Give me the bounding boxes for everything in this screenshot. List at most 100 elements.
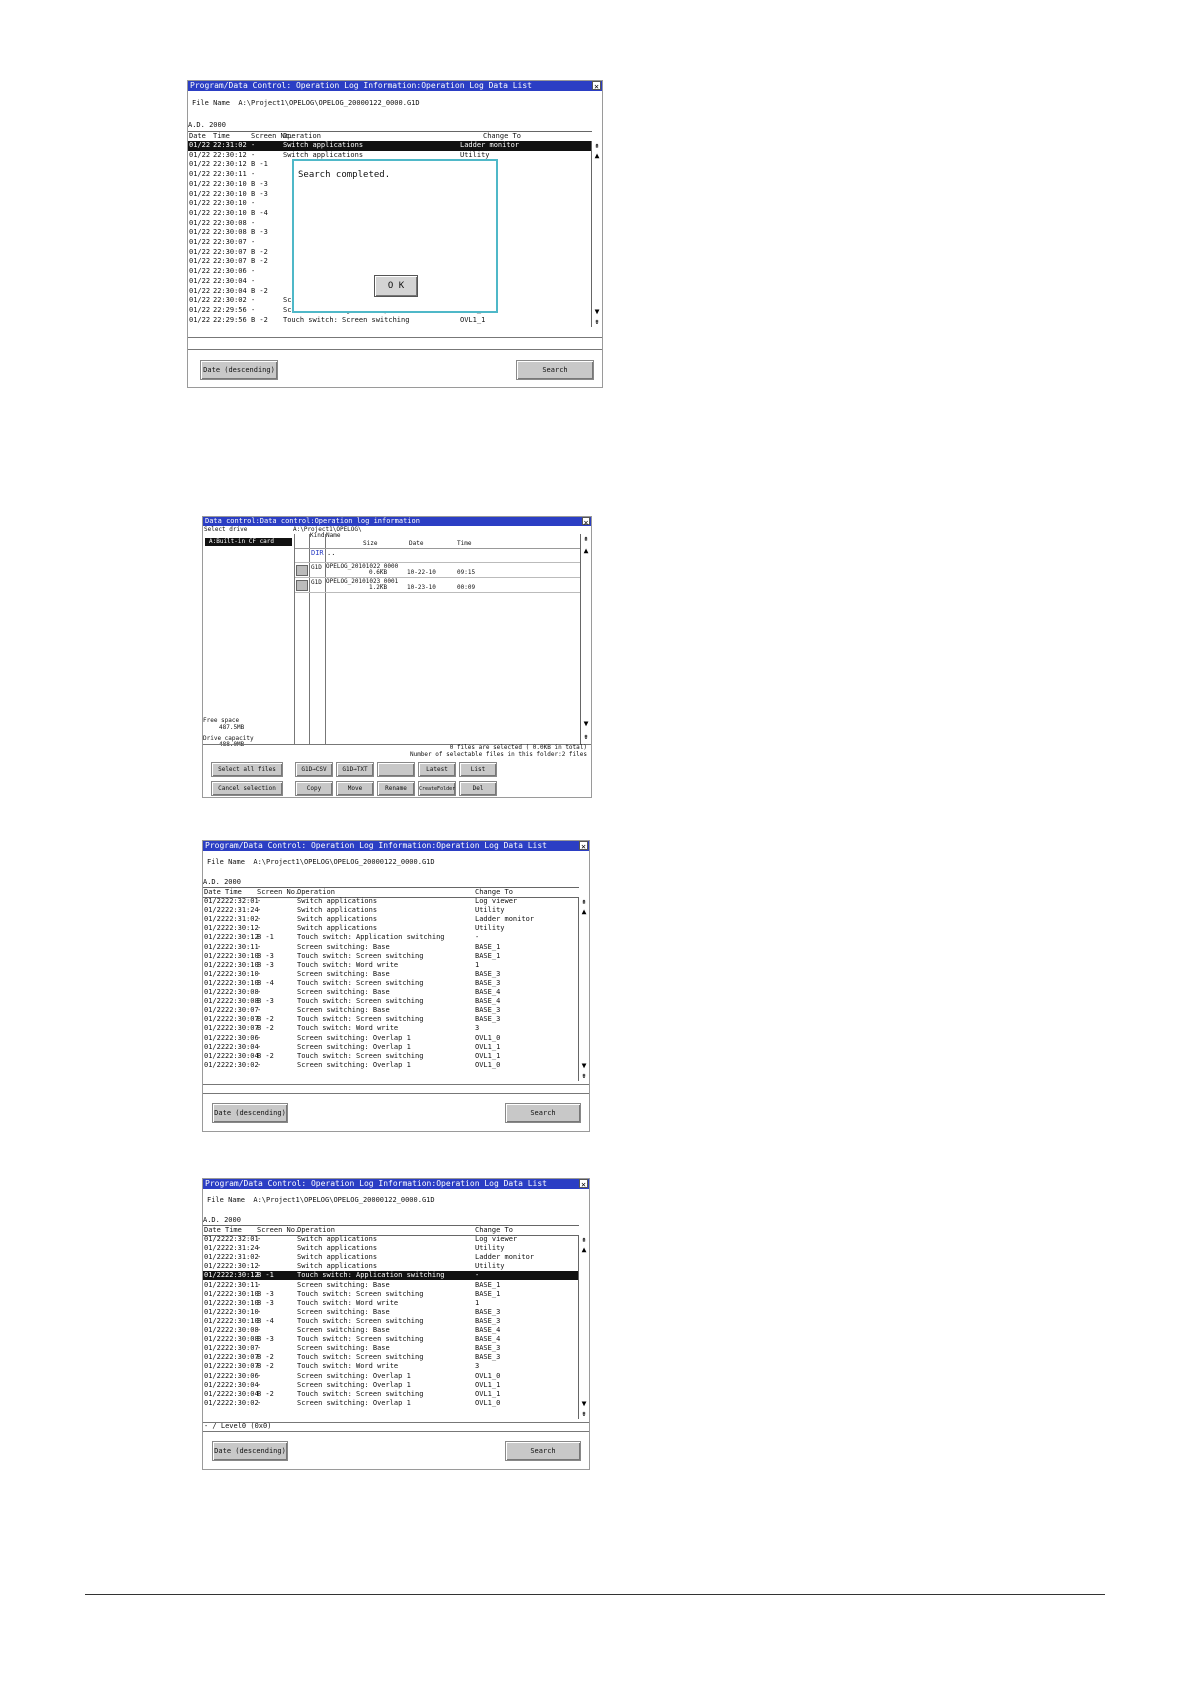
table-row[interactable]: 01/22 22:30:12- Switch applications Utility — [203, 924, 579, 933]
table-row[interactable]: 01/22 22:30:10 B -3 Touch switch: Word writ… — [203, 1299, 579, 1308]
scrollbar[interactable]: ⇞ ▲ ▼ ⇟ — [578, 1235, 589, 1419]
search-button[interactable]: Search — [516, 360, 594, 380]
sort-date-descending-button[interactable]: Date (descending) — [212, 1103, 288, 1123]
file-name[interactable]: OPELOG_20101022_0000 — [326, 563, 398, 570]
sort-date-descending-button[interactable]: Date (descending) — [200, 360, 278, 380]
table-row[interactable]: 01/22 22:31:24- Switch applications Utility — [203, 906, 579, 915]
table-row[interactable]: 01/22 22:30:11- Screen switching: Base BASE… — [203, 1281, 579, 1290]
scrollbar[interactable]: ⇞ ▲ ▼ ⇟ — [580, 534, 591, 744]
table-row[interactable]: 01/22 22:30:12- Switch applications Utility — [203, 1262, 579, 1271]
table-row[interactable]: 01/22 22:30:07- Screen switching: Base BASE… — [203, 1006, 579, 1015]
scrollbar[interactable]: ⇞ ▲ ▼ ⇟ — [591, 141, 602, 327]
table-row[interactable]: 01/22 22:30:10- Screen switching: Base BASE… — [203, 1308, 579, 1317]
close-icon[interactable]: ✕ — [579, 1179, 588, 1189]
table-row[interactable]: 01/22 22:30:04- Screen switching: Overlap … — [203, 1043, 579, 1052]
table-row[interactable]: 01/22 22:30:04 B -2 Touch switch: Screen sw… — [203, 1390, 579, 1399]
table-row[interactable]: 01/22 22:30:10- Screen switching: Base BASE… — [203, 970, 579, 979]
table-row[interactable]: 01/22 22:30:10 B -3 Touch switch: Word writ… — [203, 961, 579, 970]
drive-item-cf-card[interactable]: A:Built-in CF card — [205, 538, 292, 546]
rename-button[interactable]: Rename — [377, 781, 415, 796]
table-row[interactable]: 01/22 22:30:07 B -2 Touch switch: Word writ… — [203, 1024, 579, 1033]
table-row[interactable]: 01/22 22:31:02- Switch applications Ladder … — [188, 141, 592, 151]
dir-parent[interactable]: .. — [327, 549, 335, 558]
table-row[interactable]: 01/22 22:30:10 B -4 Touch switch: Screen sw… — [203, 1317, 579, 1326]
scroll-top-icon[interactable]: ⇞ — [581, 534, 591, 544]
cell-operation: Screen switching: Base — [297, 1307, 390, 1316]
scroll-down-icon[interactable]: ▼ — [579, 1399, 589, 1409]
scroll-down-icon[interactable]: ▼ — [592, 307, 602, 317]
scroll-bottom-icon[interactable]: ⇟ — [592, 317, 602, 327]
table-row[interactable]: 01/22 22:30:10 B -3 Touch switch: Screen sw… — [203, 952, 579, 961]
table-row[interactable]: 01/22 22:32:01- Switch applications Log vie… — [203, 1235, 579, 1244]
copy-button[interactable]: Copy — [295, 781, 333, 796]
file-select-checkbox[interactable] — [296, 580, 308, 591]
table-row[interactable]: 01/22 22:30:08- Screen switching: Base BASE… — [203, 1326, 579, 1335]
close-icon[interactable]: ✕ — [579, 841, 588, 851]
select-all-files-button[interactable]: Select all files — [211, 762, 283, 777]
table-row[interactable]: 01/22 22:30:12 B -1 Touch switch: Applicati… — [203, 933, 579, 942]
create-folder-button[interactable]: CreateFolder — [418, 781, 456, 796]
cell-operation: Switch applications — [283, 141, 364, 149]
cell-date: 01/22 — [189, 296, 211, 305]
cell-screen-no: - — [257, 988, 262, 996]
scroll-up-icon[interactable]: ▲ — [581, 546, 591, 556]
scroll-bottom-icon[interactable]: ⇟ — [579, 1409, 589, 1419]
cell-time: 22:31:02 — [225, 1253, 259, 1262]
dir-kind[interactable]: DIR — [311, 549, 324, 558]
blank-button[interactable] — [377, 762, 415, 777]
latest-button[interactable]: Latest — [418, 762, 456, 777]
table-row[interactable]: 01/22 22:30:07 B -2 Touch switch: Screen sw… — [203, 1353, 579, 1362]
table-row[interactable]: 01/22 22:30:08 B -3 Touch switch: Screen sw… — [203, 1335, 579, 1344]
table-row[interactable]: 01/22 22:29:56 B -2 Touch switch: Screen sw… — [188, 316, 592, 326]
g1d-to-csv-button[interactable]: G1D→CSV — [295, 762, 333, 777]
table-row[interactable]: 01/22 22:30:07 B -2 Touch switch: Screen sw… — [203, 1015, 579, 1024]
table-row[interactable]: 01/22 22:30:10 B -3 Touch switch: Screen sw… — [203, 1290, 579, 1299]
col-date: Date — [409, 540, 424, 547]
sort-date-descending-button[interactable]: Date (descending) — [212, 1441, 288, 1461]
selectable-files-status: Number of selectable files in this folde… — [409, 751, 587, 758]
cell-operation: Screen switching: Base — [297, 1344, 390, 1353]
table-row[interactable]: 01/22 22:30:06- Screen switching: Overlap … — [203, 1372, 579, 1381]
scrollbar[interactable]: ⇞ ▲ ▼ ⇟ — [578, 897, 589, 1081]
table-row[interactable]: 01/22 22:30:07 B -2 Touch switch: Word writ… — [203, 1362, 579, 1371]
scroll-up-icon[interactable]: ▲ — [579, 1245, 589, 1255]
scroll-top-icon[interactable]: ⇞ — [592, 141, 602, 151]
search-button[interactable]: Search — [505, 1441, 581, 1461]
scroll-bottom-icon[interactable]: ⇟ — [579, 1071, 589, 1081]
table-row[interactable]: 01/22 22:30:12 B -1 Touch switch: Applicati… — [203, 1271, 579, 1281]
scroll-down-icon[interactable]: ▼ — [581, 719, 591, 729]
list-button[interactable]: List — [459, 762, 497, 777]
table-row[interactable]: 01/22 22:32:01- Switch applications Log vie… — [203, 897, 579, 906]
scroll-top-icon[interactable]: ⇞ — [579, 1235, 589, 1245]
table-row[interactable]: 01/22 22:30:04 B -2 Touch switch: Screen sw… — [203, 1052, 579, 1061]
scroll-up-icon[interactable]: ▲ — [592, 151, 602, 161]
table-row[interactable]: 01/22 22:31:02- Switch applications Ladder … — [203, 1253, 579, 1262]
scroll-top-icon[interactable]: ⇞ — [579, 897, 589, 907]
table-row[interactable]: 01/22 22:30:06- Screen switching: Overlap … — [203, 1034, 579, 1043]
cancel-selection-button[interactable]: Cancel selection — [211, 781, 283, 796]
table-row[interactable]: 01/22 22:30:11- Screen switching: Base BASE… — [203, 943, 579, 952]
table-row[interactable]: 01/22 22:30:07- Screen switching: Base BASE… — [203, 1344, 579, 1353]
ok-button[interactable]: O K — [374, 275, 418, 297]
search-button[interactable]: Search — [505, 1103, 581, 1123]
table-row[interactable]: 01/22 22:30:08 B -3 Touch switch: Screen sw… — [203, 997, 579, 1006]
cell-operation: Touch switch: Screen switching — [297, 978, 424, 987]
scroll-up-icon[interactable]: ▲ — [579, 907, 589, 917]
table-row[interactable]: 01/22 22:31:24- Switch applications Utility — [203, 1244, 579, 1253]
delete-button[interactable]: Del — [459, 781, 497, 796]
file-size: 0.6KB — [369, 569, 388, 576]
file-select-checkbox[interactable] — [296, 565, 308, 576]
scroll-down-icon[interactable]: ▼ — [579, 1061, 589, 1071]
table-row[interactable]: 01/22 22:30:04- Screen switching: Overlap … — [203, 1381, 579, 1390]
move-button[interactable]: Move — [336, 781, 374, 796]
close-icon[interactable]: ✕ — [582, 517, 590, 526]
scroll-bottom-icon[interactable]: ⇟ — [581, 732, 591, 742]
file-name[interactable]: OPELOG_20101023_0001 — [326, 578, 398, 585]
table-row[interactable]: 01/2222:30:02- Screen switching: Overlap … — [203, 1399, 579, 1408]
close-icon[interactable]: ✕ — [592, 81, 601, 91]
table-row[interactable]: 01/22 22:31:02- Switch applications Ladder … — [203, 915, 579, 924]
table-row[interactable]: 01/22 22:30:10 B -4 Touch switch: Screen sw… — [203, 979, 579, 988]
table-row[interactable]: 01/2222:30:02- Screen switching: Overlap … — [203, 1061, 579, 1070]
g1d-to-txt-button[interactable]: G1D→TXT — [336, 762, 374, 777]
table-row[interactable]: 01/22 22:30:08- Screen switching: Base BASE… — [203, 988, 579, 997]
